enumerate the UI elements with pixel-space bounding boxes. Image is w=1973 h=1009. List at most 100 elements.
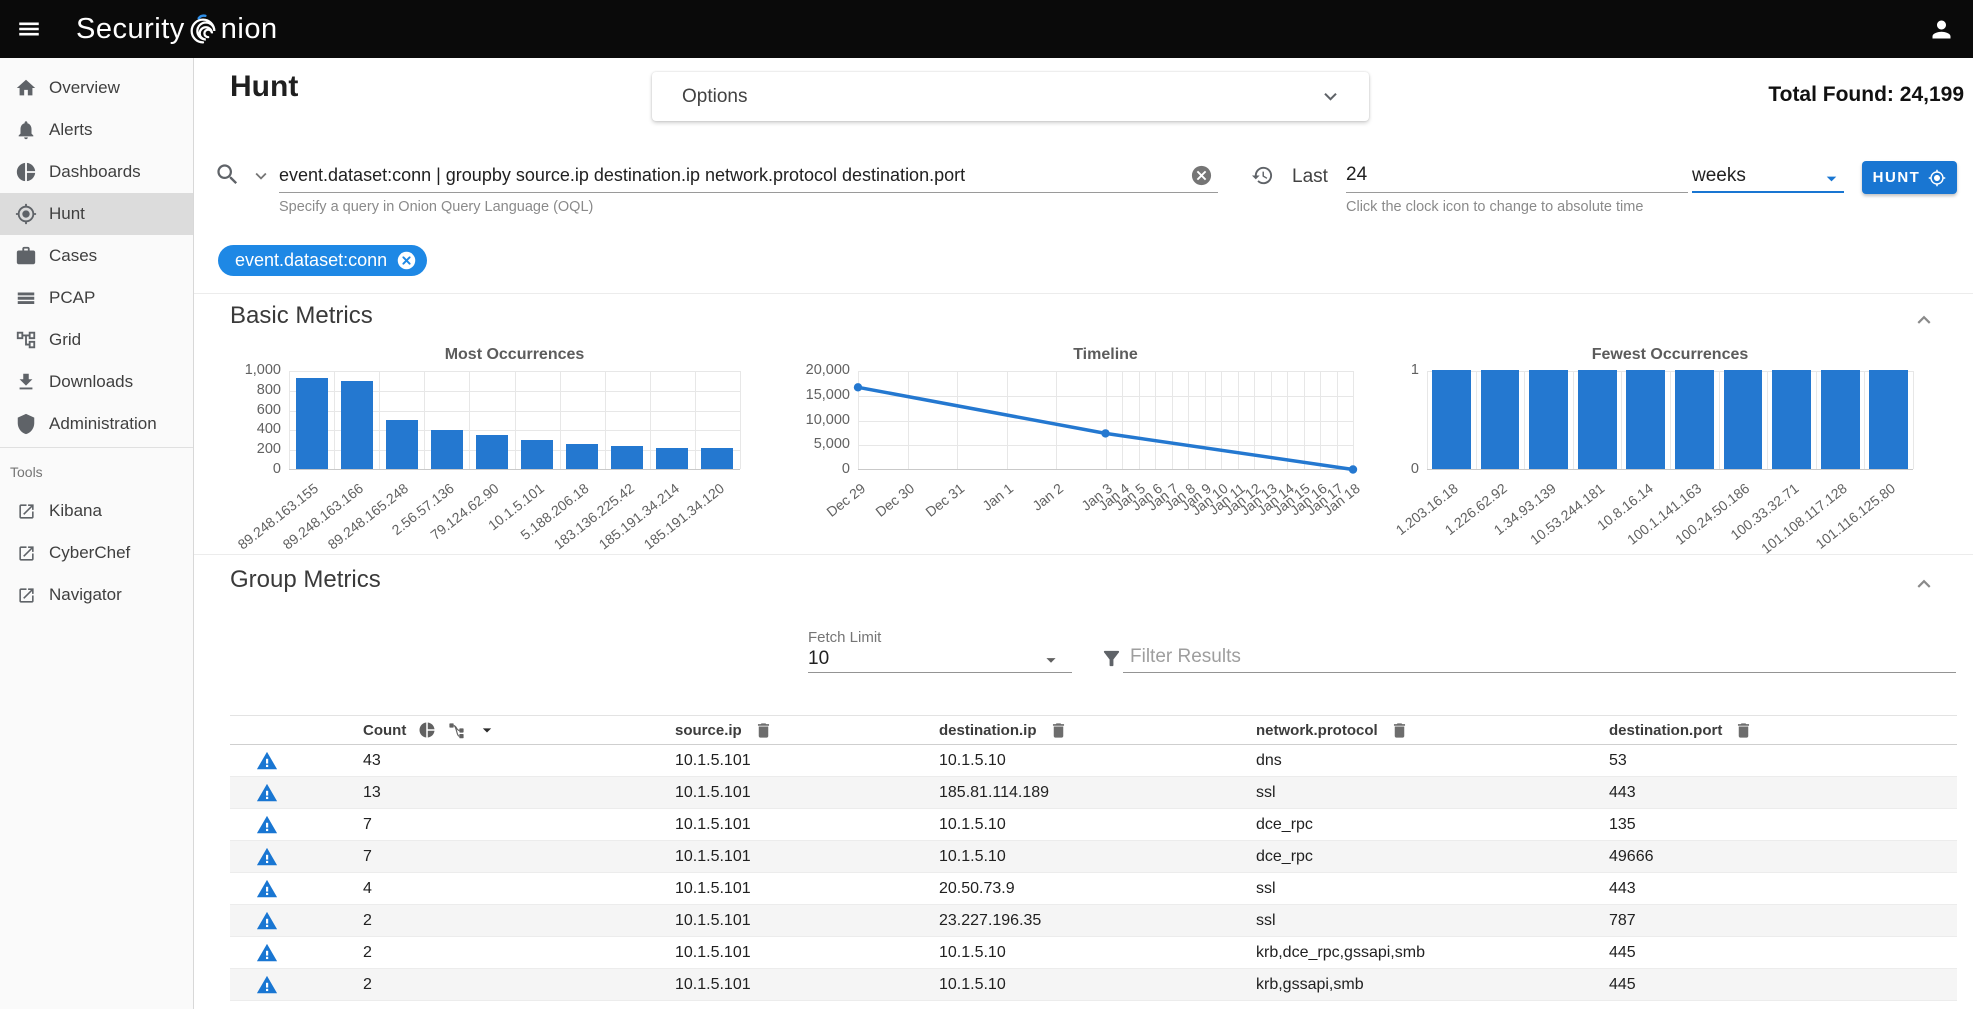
warning-icon[interactable]: [256, 878, 278, 900]
home-icon: [14, 77, 38, 99]
fetch-limit-dropdown-icon[interactable]: [1040, 649, 1062, 671]
section-divider: [194, 554, 1973, 555]
column-header-network-protocol[interactable]: network.protocol: [1256, 722, 1378, 739]
remove-column-trash-icon[interactable]: [1734, 721, 1753, 740]
warning-icon[interactable]: [256, 814, 278, 836]
history-clock-icon[interactable]: [1251, 164, 1274, 187]
table-row[interactable]: 43 10.1.5.101 10.1.5.10 dns 53: [230, 745, 1957, 777]
sidebar-item-administration[interactable]: Administration: [0, 403, 193, 445]
warning-icon[interactable]: [256, 782, 278, 804]
cell-source-ip: 10.1.5.101: [675, 752, 939, 770]
remove-column-trash-icon[interactable]: [754, 721, 773, 740]
y-axis-tick-label: 15,000: [780, 387, 850, 403]
cell-destination-ip: 185.81.114.189: [939, 784, 1256, 802]
warning-icon[interactable]: [256, 750, 278, 772]
sidebar-item-grid[interactable]: Grid: [0, 319, 193, 361]
cell-destination-port: 135: [1609, 816, 1957, 834]
sidebar-tool-kibana[interactable]: Kibana: [0, 490, 193, 532]
table-row[interactable]: 7 10.1.5.101 10.1.5.10 dce_rpc 49666: [230, 841, 1957, 873]
options-expansion-panel[interactable]: Options: [652, 72, 1369, 121]
warning-icon[interactable]: [256, 942, 278, 964]
column-header-destination-ip[interactable]: destination.ip: [939, 722, 1037, 739]
bar[interactable]: [386, 420, 418, 470]
time-value-input[interactable]: [1346, 161, 1676, 189]
table-row[interactable]: 7 10.1.5.101 10.1.5.10 dce_rpc 135: [230, 809, 1957, 841]
table-row[interactable]: 2 10.1.5.101 10.1.5.10 krb,dce_rpc,gssap…: [230, 937, 1957, 969]
bar[interactable]: [1724, 370, 1763, 469]
cell-destination-ip: 10.1.5.10: [939, 848, 1256, 866]
warning-icon[interactable]: [256, 974, 278, 996]
bar[interactable]: [1481, 370, 1520, 469]
hamburger-menu-icon[interactable]: [16, 16, 42, 42]
bar[interactable]: [296, 378, 328, 469]
sankey-toggle-icon[interactable]: [448, 722, 465, 739]
sidebar-item-pcap[interactable]: PCAP: [0, 277, 193, 319]
bar[interactable]: [1869, 370, 1908, 469]
column-header-source-ip[interactable]: source.ip: [675, 722, 742, 739]
bar[interactable]: [1821, 370, 1860, 469]
bar[interactable]: [1432, 370, 1471, 469]
clear-query-icon[interactable]: [1190, 164, 1213, 187]
basic-metrics-collapse-icon[interactable]: [1911, 307, 1937, 333]
table-row[interactable]: 2 10.1.5.101 23.227.196.35 ssl 787: [230, 905, 1957, 937]
sidebar-item-hunt[interactable]: Hunt: [0, 193, 193, 235]
bar[interactable]: [611, 446, 643, 469]
hunt-button[interactable]: HUNT: [1862, 161, 1957, 194]
bar[interactable]: [1529, 370, 1568, 469]
section-divider: [194, 293, 1973, 294]
bar[interactable]: [1578, 370, 1617, 469]
bar[interactable]: [1626, 370, 1665, 469]
query-input[interactable]: [279, 161, 1179, 189]
sidebar-item-alerts[interactable]: Alerts: [0, 109, 193, 151]
bar[interactable]: [341, 381, 373, 469]
total-found: Total Found: 24,199: [1768, 83, 1964, 107]
bar[interactable]: [476, 435, 508, 469]
bar[interactable]: [701, 448, 733, 469]
query-history-chevron-icon[interactable]: [250, 165, 272, 187]
cell-count: 2: [363, 976, 675, 994]
cell-destination-port: 443: [1609, 880, 1957, 898]
sidebar-item-label: Downloads: [49, 372, 133, 392]
sidebar-item-downloads[interactable]: Downloads: [0, 361, 193, 403]
user-account-icon[interactable]: [1928, 16, 1955, 43]
bar[interactable]: [431, 430, 463, 469]
y-axis-tick-label: 20,000: [780, 362, 850, 378]
bar[interactable]: [521, 440, 553, 469]
filter-results-input[interactable]: [1130, 644, 1820, 670]
bar[interactable]: [1772, 370, 1811, 469]
pie-chart-toggle-icon[interactable]: [418, 721, 436, 739]
group-metrics-table: Count source.ip destination.ip network.prot…: [230, 715, 1957, 1001]
chip-close-icon[interactable]: [396, 250, 417, 271]
sidebar-item-cases[interactable]: Cases: [0, 235, 193, 277]
column-header-count[interactable]: Count: [363, 722, 406, 739]
bar[interactable]: [1675, 370, 1714, 469]
sidebar-tool-cyberchef[interactable]: CyberChef: [0, 532, 193, 574]
y-axis-tick-label: 0: [780, 461, 850, 477]
table-row[interactable]: 4 10.1.5.101 20.50.73.9 ssl 443: [230, 873, 1957, 905]
total-found-value: 24,199: [1900, 83, 1964, 106]
time-hint: Click the clock icon to change to absolu…: [1346, 199, 1643, 215]
time-unit-dropdown-icon[interactable]: [1820, 167, 1843, 190]
table-row[interactable]: 13 10.1.5.101 185.81.114.189 ssl 443: [230, 777, 1957, 809]
cell-destination-port: 49666: [1609, 848, 1957, 866]
y-axis-tick-label: 800: [230, 382, 281, 398]
group-metrics-collapse-icon[interactable]: [1911, 571, 1937, 597]
y-axis-tick-label: 400: [230, 421, 281, 437]
warning-icon[interactable]: [256, 910, 278, 932]
column-header-destination-port[interactable]: destination.port: [1609, 722, 1722, 739]
cell-destination-ip: 10.1.5.10: [939, 976, 1256, 994]
filter-chip[interactable]: event.dataset:conn: [218, 245, 427, 276]
remove-column-trash-icon[interactable]: [1049, 721, 1068, 740]
bar[interactable]: [656, 448, 688, 469]
x-axis-tick-label: 101.108.117.128: [1758, 480, 1850, 557]
warning-icon[interactable]: [256, 846, 278, 868]
sidebar-tool-navigator[interactable]: Navigator: [0, 574, 193, 616]
sort-dropdown-icon[interactable]: [477, 720, 497, 740]
sidebar-item-dashboards[interactable]: Dashboards: [0, 151, 193, 193]
bar[interactable]: [566, 444, 598, 470]
top-app-bar: Security nion: [0, 0, 1973, 58]
remove-column-trash-icon[interactable]: [1390, 721, 1409, 740]
table-row[interactable]: 2 10.1.5.101 10.1.5.10 krb,gssapi,smb 44…: [230, 969, 1957, 1001]
sidebar-item-overview[interactable]: Overview: [0, 67, 193, 109]
fetch-limit-select[interactable]: 10: [808, 648, 1038, 670]
